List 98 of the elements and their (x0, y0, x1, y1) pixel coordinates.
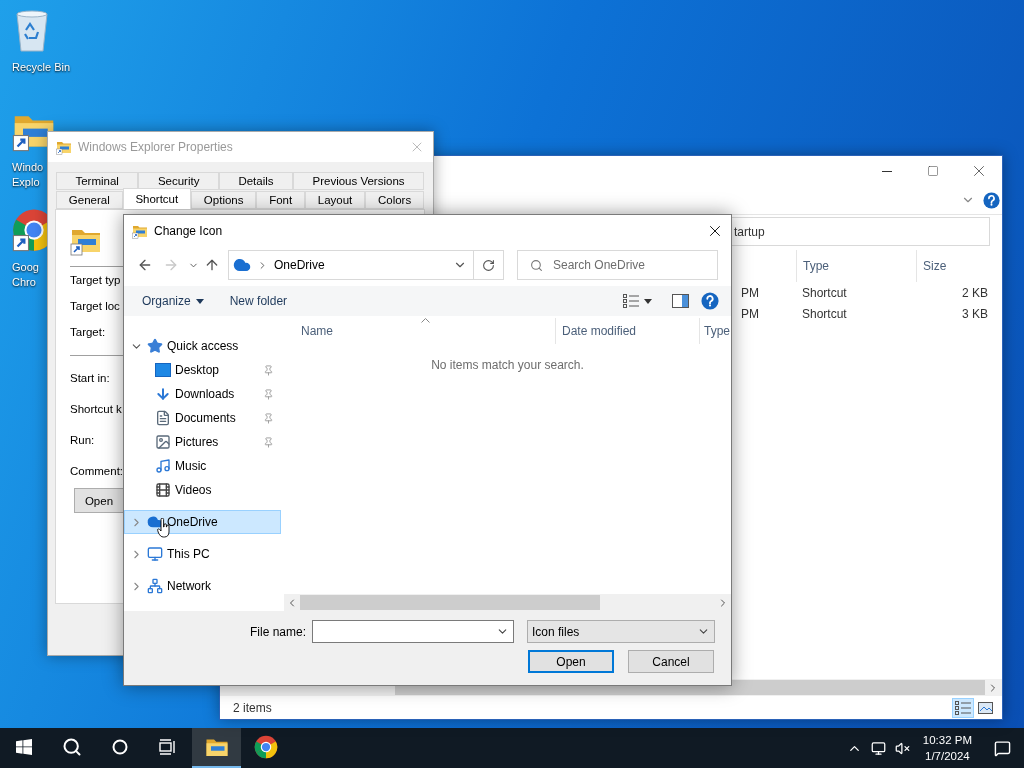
nav-item-label: Documents (175, 411, 237, 425)
tab[interactable]: Terminal (56, 172, 139, 190)
star-icon (147, 338, 163, 354)
nav-item-label: Desktop (175, 363, 221, 377)
nav-item-label: Downloads (175, 387, 236, 401)
date-cell-text: PM (740, 285, 760, 300)
tab[interactable]: Font (256, 191, 305, 209)
nav-item-label: Pictures (175, 435, 220, 449)
caret-icon (644, 298, 652, 304)
large-icons-view-icon (977, 701, 993, 714)
nav-tree-item[interactable]: Pictures (132, 430, 281, 454)
search-icon (62, 737, 82, 757)
field-label: Target typ (70, 273, 121, 288)
music-note-icon (155, 458, 171, 474)
taskbar-app[interactable] (192, 728, 241, 768)
details-view-icon[interactable] (623, 294, 639, 308)
column-header[interactable]: Name (284, 318, 555, 344)
size-cell-text: 3 KB (961, 306, 989, 321)
field-label: Run: (70, 432, 95, 448)
field-label: Comment: (70, 463, 124, 479)
film-icon (155, 482, 171, 498)
tab[interactable]: Details (218, 172, 294, 190)
tab[interactable]: Options (191, 191, 257, 209)
task-view-icon (159, 739, 177, 755)
caret-icon (195, 298, 204, 304)
tab[interactable]: Layout (304, 191, 366, 209)
tab[interactable]: Previous Versions (293, 172, 425, 190)
column-header[interactable]: Date modified (555, 318, 699, 344)
nav-tree-item[interactable]: Desktop (132, 358, 281, 382)
network-icon (147, 578, 163, 594)
column-header[interactable]: Size (916, 250, 1002, 282)
dialog-title: Change Icon (154, 224, 224, 238)
type-cell-text: Shortcut (801, 306, 848, 321)
tab[interactable]: Security (138, 172, 219, 190)
nav-item-label: OneDrive (167, 515, 219, 529)
nav-tree-item[interactable]: Network (124, 574, 281, 598)
nav-item-label: Music (175, 459, 208, 473)
windows-logo-icon (16, 739, 32, 755)
circle-icon (112, 739, 128, 755)
nav-tree-item[interactable]: Downloads (132, 382, 281, 406)
search-input[interactable]: Search OneDrive (553, 258, 693, 272)
clock-date[interactable]: 1/7/2024 (925, 748, 970, 764)
command-button[interactable]: New folder (221, 288, 296, 314)
desktop-icon (155, 363, 171, 377)
clock-time[interactable]: 10:32 PM (922, 732, 972, 748)
date-cell-text: PM (740, 306, 760, 321)
tab[interactable]: General (56, 191, 123, 209)
window-title: Windows Explorer Properties (78, 140, 234, 154)
field-label: Start in: (70, 370, 110, 386)
nav-tree-item[interactable]: Videos (132, 478, 281, 502)
download-arrow-icon (155, 386, 171, 402)
cloud-icon (233, 256, 251, 274)
picture-icon (155, 434, 171, 450)
nav-item-label: This PC (167, 547, 211, 561)
open-location-button[interactable]: Open (74, 488, 124, 513)
network-icon[interactable] (871, 740, 887, 756)
minimize-icon (882, 170, 892, 172)
search-field[interactable]: Search OneDrive (517, 250, 718, 280)
empty-message: No items match your search. (430, 358, 585, 372)
column-header[interactable]: Type (699, 318, 731, 344)
column-header[interactable]: Type (796, 250, 916, 282)
dialog-button[interactable]: Open (528, 650, 614, 673)
nav-tree-item[interactable]: Music (132, 454, 281, 478)
address-bar[interactable]: OneDrive (228, 250, 504, 280)
nav-tree-item[interactable]: OneDrive (124, 510, 281, 534)
file-type-select[interactable]: Icon files (527, 620, 715, 643)
file-name-label: File name: (249, 624, 306, 639)
folder-shortcut-icon (132, 223, 148, 239)
command-button[interactable]: Organize (134, 288, 212, 314)
up-arrow-icon (204, 257, 220, 273)
dialog-button[interactable]: Cancel (628, 650, 714, 673)
nav-tree-item[interactable]: This PC (124, 542, 281, 566)
volume-muted-icon[interactable] (895, 740, 911, 756)
notifications-icon[interactable] (993, 739, 1011, 757)
help-icon[interactable] (983, 191, 1000, 209)
nav-item-label: Quick access (167, 339, 240, 353)
size-cell-text: 2 KB (961, 285, 989, 300)
browser-icon (253, 735, 278, 759)
monitor-icon (147, 546, 163, 562)
help-icon[interactable] (701, 292, 719, 310)
nav-item-label: Videos (175, 483, 213, 497)
refresh-icon (482, 258, 495, 272)
field-label: Shortcut k (70, 401, 122, 417)
type-cell-text: Shortcut (801, 285, 848, 300)
tab[interactable]: Colors (365, 191, 424, 209)
nav-item-label: Network (167, 579, 212, 593)
search-icon (530, 258, 543, 272)
nav-tree-item[interactable]: Quick access (124, 334, 281, 358)
maximize-icon (927, 165, 939, 177)
document-icon (155, 410, 171, 426)
item-count: 2 items (233, 700, 272, 715)
preview-pane-icon (672, 294, 689, 308)
tab[interactable]: Shortcut (122, 188, 192, 209)
file-name-field[interactable] (312, 620, 514, 643)
field-label: Target loc (70, 299, 120, 314)
field-label: Target: (70, 325, 106, 340)
nav-tree-item[interactable]: Documents (132, 406, 281, 430)
sort-ascending-icon (421, 318, 430, 323)
